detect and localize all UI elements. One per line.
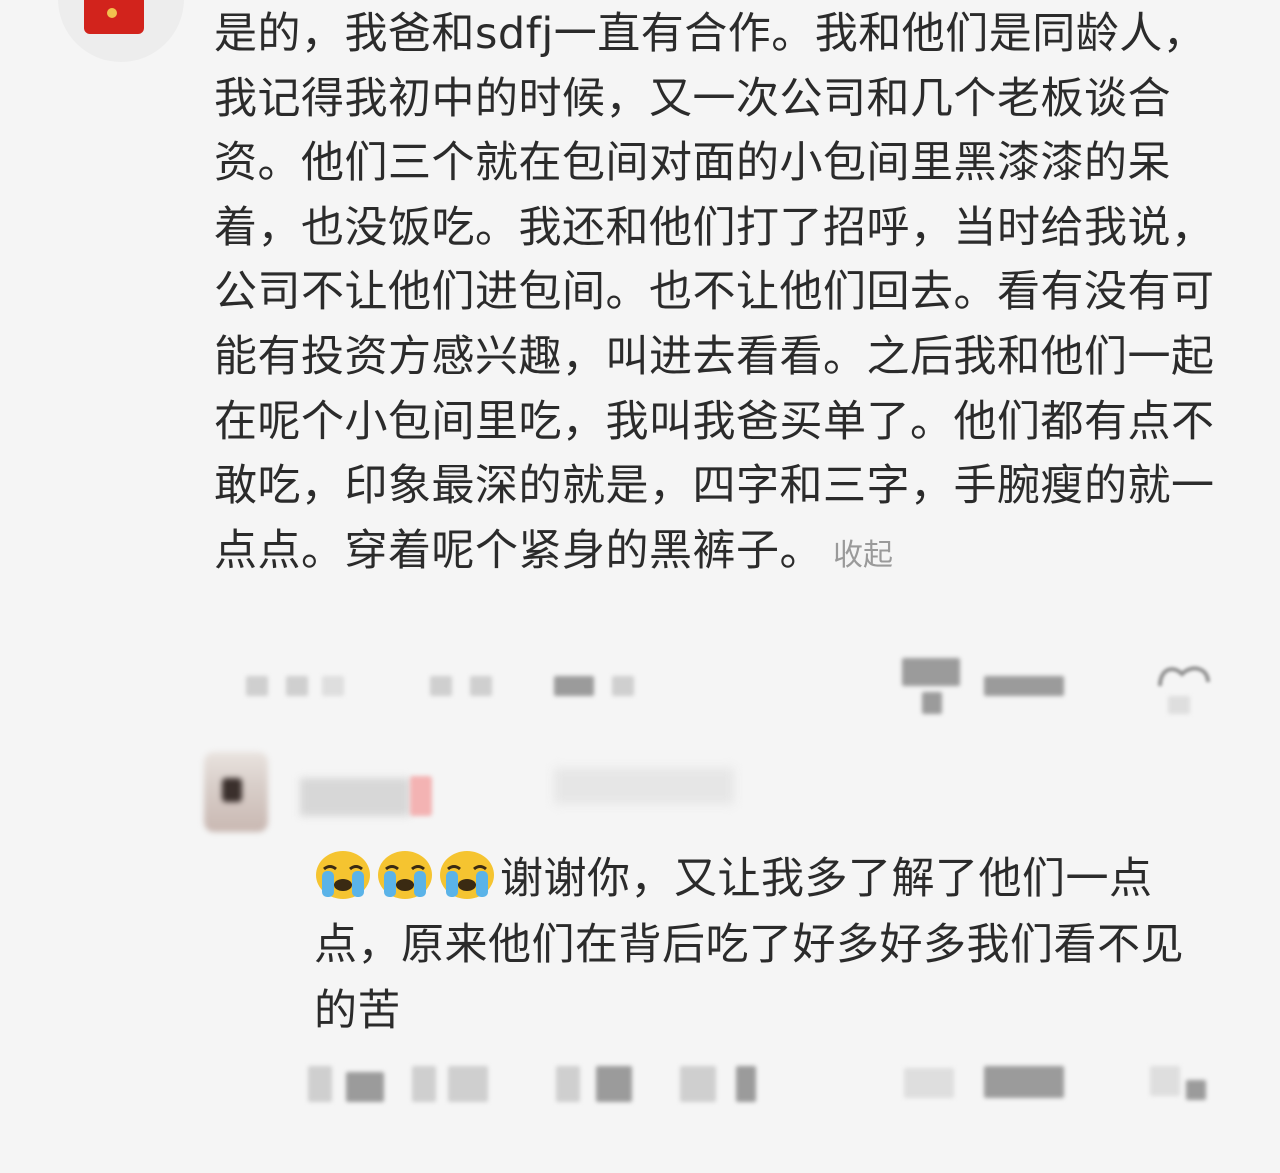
commenter-avatar[interactable] bbox=[58, 0, 184, 62]
meta-blur bbox=[412, 1066, 436, 1102]
reply-meta-blur bbox=[554, 768, 734, 804]
action-blur bbox=[984, 1066, 1064, 1098]
comment-text: 是的，我爸和sdfj一直有合作。我和他们是同龄人，我记得我初中的时候，又一次公司… bbox=[214, 9, 1215, 576]
comment-thread: 是的，我爸和sdfj一直有合作。我和他们是同龄人，我记得我初中的时候，又一次公司… bbox=[0, 0, 1280, 1173]
red-packet-icon bbox=[84, 0, 144, 34]
action-blur bbox=[1186, 1080, 1206, 1100]
reply-body: 谢谢你，又让我多了解了他们一点点，原来他们在背后吃了好多好多我们看不见的苦 bbox=[314, 846, 1194, 1044]
meta-blur bbox=[308, 1066, 332, 1102]
meta-blur bbox=[448, 1066, 488, 1102]
meta-blur bbox=[612, 676, 634, 696]
meta-blur bbox=[736, 1066, 756, 1102]
meta-blur bbox=[596, 1066, 632, 1102]
heart-icon[interactable] bbox=[1156, 660, 1212, 688]
action-blur bbox=[984, 676, 1064, 696]
comment-body: 是的，我爸和sdfj一直有合作。我和他们是同龄人，我记得我初中的时候，又一次公司… bbox=[214, 2, 1234, 588]
meta-blur bbox=[246, 676, 268, 696]
action-blur[interactable] bbox=[1150, 1066, 1180, 1096]
collapse-link[interactable]: 收起 bbox=[833, 538, 893, 573]
like-count-blur bbox=[1168, 696, 1190, 714]
meta-blur bbox=[556, 1066, 580, 1102]
crying-emoji-icon bbox=[378, 851, 432, 899]
replier-avatar[interactable] bbox=[204, 752, 268, 832]
action-blur[interactable] bbox=[902, 658, 960, 686]
crying-emoji-icon bbox=[440, 851, 494, 899]
action-blur[interactable] bbox=[904, 1068, 954, 1098]
meta-blur bbox=[286, 676, 308, 696]
reply-button-blur[interactable] bbox=[554, 676, 594, 696]
replier-name-blur[interactable] bbox=[300, 778, 410, 816]
crying-emoji-group bbox=[314, 851, 500, 904]
meta-blur bbox=[680, 1066, 716, 1102]
action-blur bbox=[922, 692, 942, 714]
crying-emoji-icon bbox=[316, 851, 370, 899]
meta-blur bbox=[322, 676, 344, 696]
meta-blur bbox=[430, 676, 452, 696]
meta-blur bbox=[346, 1072, 384, 1102]
replier-badge bbox=[410, 776, 432, 816]
meta-blur bbox=[470, 676, 492, 696]
